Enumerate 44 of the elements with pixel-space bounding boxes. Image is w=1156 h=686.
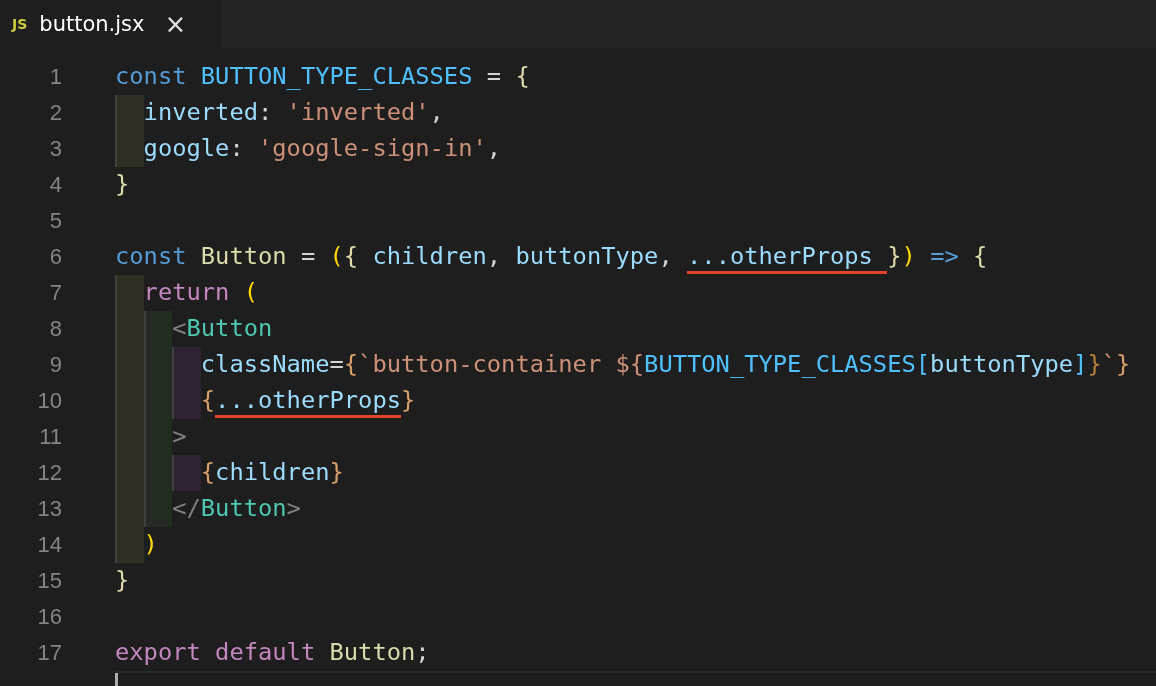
file-tab[interactable]: JS button.jsx ×: [0, 0, 222, 48]
indent-guide: [115, 275, 144, 311]
line-number: 14: [36, 532, 62, 558]
code-line: </Button>: [172, 492, 301, 524]
line-number: 5: [48, 208, 62, 234]
line-number: 12: [36, 460, 62, 486]
indent-guide: [115, 95, 144, 131]
code-line: {...otherProps}: [200, 384, 416, 418]
code-line: return (: [143, 276, 258, 308]
code-line: className={`button-container ${BUTTON_TYPE_CLASSES[buttonType]}`}: [200, 348, 1131, 380]
code-line: >: [172, 420, 187, 452]
close-icon[interactable]: ×: [164, 11, 187, 37]
code-line: <Button: [172, 312, 273, 344]
code-line: export default Button;: [115, 636, 430, 668]
line-number: 10: [36, 388, 62, 414]
line-number: 9: [48, 352, 62, 378]
line-number: 1: [48, 64, 62, 90]
indent-guide: [115, 527, 144, 563]
code-line: inverted: 'inverted',: [143, 96, 444, 128]
line-number: 8: [48, 316, 62, 342]
line-number: 4: [48, 172, 62, 198]
line-number: 15: [36, 568, 62, 594]
line-number: 11: [38, 424, 62, 450]
line-number: 2: [48, 100, 62, 126]
line-number: 3: [48, 136, 62, 162]
indent-guide: [172, 347, 201, 383]
code-line: }: [115, 564, 130, 596]
line-number: 13: [36, 496, 62, 522]
code-line: {children}: [200, 456, 344, 488]
indent-guide: [115, 131, 144, 167]
indent-guide: [143, 491, 173, 527]
code-line: const BUTTON_TYPE_CLASSES = {: [115, 60, 530, 92]
code-line: const Button = ({ children, buttonType, ...otherProps }) => {: [115, 240, 988, 274]
indent-guide: [143, 311, 173, 347]
javascript-file-icon: JS: [12, 16, 28, 32]
code-line: ): [143, 528, 158, 560]
line-number: 7: [48, 280, 62, 306]
line-number: 6: [48, 244, 62, 270]
line-number: 16: [36, 604, 62, 630]
indent-guide: [172, 383, 201, 419]
code-line: google: 'google-sign-in',: [143, 132, 502, 164]
indent-guide: [172, 455, 201, 491]
line-number: 17: [36, 640, 62, 666]
code-line: }: [115, 168, 130, 200]
